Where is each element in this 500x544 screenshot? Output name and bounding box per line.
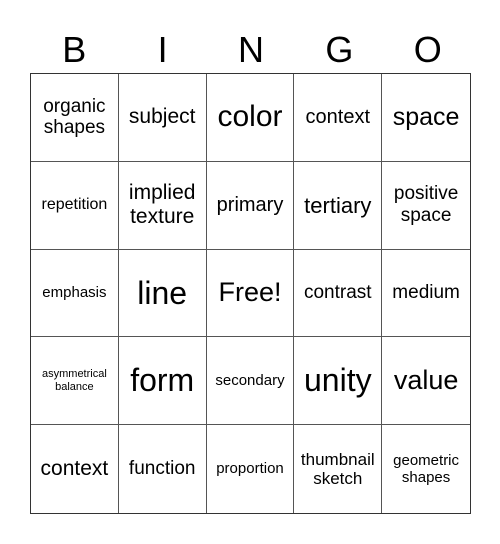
bingo-cell: context — [294, 74, 383, 162]
header-letter-i: I — [157, 29, 168, 70]
bingo-cell: organic shapes — [31, 74, 119, 162]
bingo-cell: tertiary — [294, 161, 383, 250]
bingo-cell: function — [119, 425, 207, 513]
bingo-cell: space — [382, 74, 470, 162]
free-space-cell: Free! — [206, 249, 295, 338]
bingo-cell: secondary — [206, 337, 295, 426]
bingo-cell: geometric shapes — [393, 451, 460, 487]
bingo-cell: color — [206, 74, 295, 162]
bingo-cell: contrast — [294, 249, 383, 338]
bingo-cell: asymmetrical balance — [31, 337, 119, 426]
bingo-cell: implied texture — [118, 161, 207, 250]
bingo-cell: form — [118, 337, 207, 426]
bingo-cell: repetition — [31, 161, 119, 250]
bingo-cell: medium — [382, 250, 470, 338]
header-letter-b: B — [62, 29, 87, 70]
bingo-cell: thumbnail sketch — [294, 425, 383, 513]
bingo-cell: line — [118, 249, 207, 338]
header-letter-n: N — [237, 29, 264, 70]
bingo-cell: primary — [206, 161, 295, 250]
header-letter-g: G — [325, 29, 354, 70]
bingo-cell: emphasis — [31, 249, 119, 338]
bingo-cell: value — [382, 337, 470, 426]
bingo-cell: subject — [118, 74, 207, 162]
bingo-cell: positive space — [382, 162, 470, 250]
bingo-grid: organic shapes subject color context spa… — [30, 73, 471, 514]
bingo-cell: proportion — [207, 425, 295, 513]
bingo-cell: unity — [294, 337, 383, 426]
bingo-cell: context — [31, 425, 119, 513]
header-letter-o: O — [413, 29, 442, 70]
bingo-header: B I N G O — [30, 28, 472, 72]
